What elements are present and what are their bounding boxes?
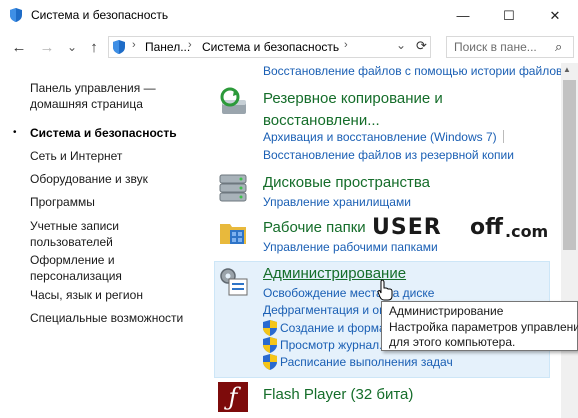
minimize-button[interactable]: —	[440, 0, 486, 31]
flash-player-icon: ƒ	[218, 382, 248, 412]
tooltip-description: для этого компьютера.	[389, 335, 516, 349]
sidebar-item-label: персонализация	[30, 269, 122, 283]
scrollbar-thumb[interactable]	[563, 80, 576, 250]
control-panel-icon	[113, 40, 125, 54]
watermark-com: .com	[505, 222, 549, 241]
sidebar-item-programs[interactable]: Программы	[30, 194, 95, 210]
sidebar-item-label: пользователей	[30, 235, 113, 249]
uac-shield-icon	[263, 337, 277, 353]
backup-restore-win7-link[interactable]: Архивация и восстановление (Windows 7)	[263, 129, 497, 145]
watermark-user: USER	[372, 215, 442, 240]
sidebar-item-hardware[interactable]: Оборудование и звук	[30, 171, 148, 187]
manage-work-folders-link[interactable]: Управление рабочими папками	[263, 239, 438, 255]
flash-glyph: ƒ	[228, 383, 238, 411]
backup-title-line: Резервное копирование и	[263, 90, 443, 107]
storage-spaces-icon	[219, 174, 247, 202]
view-event-logs-link[interactable]: Просмотр журнал...	[280, 337, 389, 353]
sidebar-item-label: Панель управления —	[30, 81, 156, 95]
create-format-partitions-link[interactable]: Создание и форма...	[280, 320, 396, 336]
address-dropdown-icon[interactable]: ⌄	[396, 38, 406, 52]
breadcrumb-separator: ›	[132, 39, 136, 51]
maximize-button[interactable]: ☐	[486, 0, 532, 31]
sidebar-item-home[interactable]: Панель управления — домашняя страница	[30, 80, 156, 112]
uac-shield-icon	[263, 354, 277, 370]
breadcrumb-separator: ›	[344, 39, 348, 51]
uac-shield-icon	[263, 320, 277, 336]
sidebar-item-system-security: Система и безопасность	[30, 126, 177, 140]
scroll-up-icon[interactable]: ▲	[563, 65, 571, 74]
recent-locations-icon[interactable]: ⌄	[62, 37, 82, 57]
sidebar-item-label: домашняя страница	[30, 97, 143, 111]
refresh-icon[interactable]: ⟳	[416, 38, 427, 54]
search-placeholder: Поиск в пане...	[454, 40, 537, 54]
current-bullet: •	[13, 127, 17, 138]
backup-icon	[220, 87, 246, 114]
backup-title[interactable]: Резервное копирование и восстановлени...	[263, 88, 443, 132]
up-arrow-icon[interactable]: ↑	[84, 37, 104, 57]
schedule-tasks-link[interactable]: Расписание выполнения задач	[280, 354, 453, 370]
breadcrumb-separator: ›	[188, 39, 192, 51]
breadcrumb-control-panel[interactable]: Панел...	[145, 40, 190, 54]
file-history-restore-link[interactable]: Восстановление файлов с помощью истории …	[263, 63, 562, 79]
sidebar-item-label: Учетные записи	[30, 219, 119, 233]
forward-arrow-icon[interactable]: →	[37, 37, 57, 57]
back-arrow-icon[interactable]: ←	[9, 37, 29, 57]
search-icon[interactable]: ⌕	[555, 39, 562, 55]
work-folders-icon	[220, 224, 246, 244]
control-panel-icon	[10, 8, 22, 22]
manage-storage-link[interactable]: Управление хранилищами	[263, 194, 411, 210]
sidebar-item-network[interactable]: Сеть и Интернет	[30, 148, 122, 164]
sidebar-item-appearance[interactable]: Оформление и персонализация	[30, 252, 122, 284]
link-divider	[503, 130, 504, 143]
storage-spaces-title[interactable]: Дисковые пространства	[263, 172, 430, 194]
watermark-off: off	[470, 215, 503, 240]
close-button[interactable]: ✕	[532, 0, 578, 31]
tooltip-title: Администрирование	[389, 304, 504, 318]
sidebar-item-clock[interactable]: Часы, язык и регион	[30, 287, 143, 303]
flash-player-title[interactable]: Flash Player (32 бита)	[263, 384, 413, 406]
sidebar-item-accounts[interactable]: Учетные записи пользователей	[30, 218, 119, 250]
hand-cursor-icon	[377, 279, 393, 301]
tooltip-description: Настройка параметров управления	[389, 320, 578, 334]
administration-tools-icon	[220, 268, 248, 296]
sidebar-item-label: Оформление и	[30, 253, 115, 267]
breadcrumb-system-security[interactable]: Система и безопасность	[202, 40, 339, 54]
restore-from-backup-link[interactable]: Восстановление файлов из резервной копии	[263, 147, 514, 163]
free-disk-space-link[interactable]: Освобождение места на диске	[263, 285, 434, 301]
work-folders-title[interactable]: Рабочие папки	[263, 217, 366, 239]
window-title: Система и безопасность	[31, 8, 169, 22]
sidebar-item-accessibility[interactable]: Специальные возможности	[30, 310, 183, 326]
